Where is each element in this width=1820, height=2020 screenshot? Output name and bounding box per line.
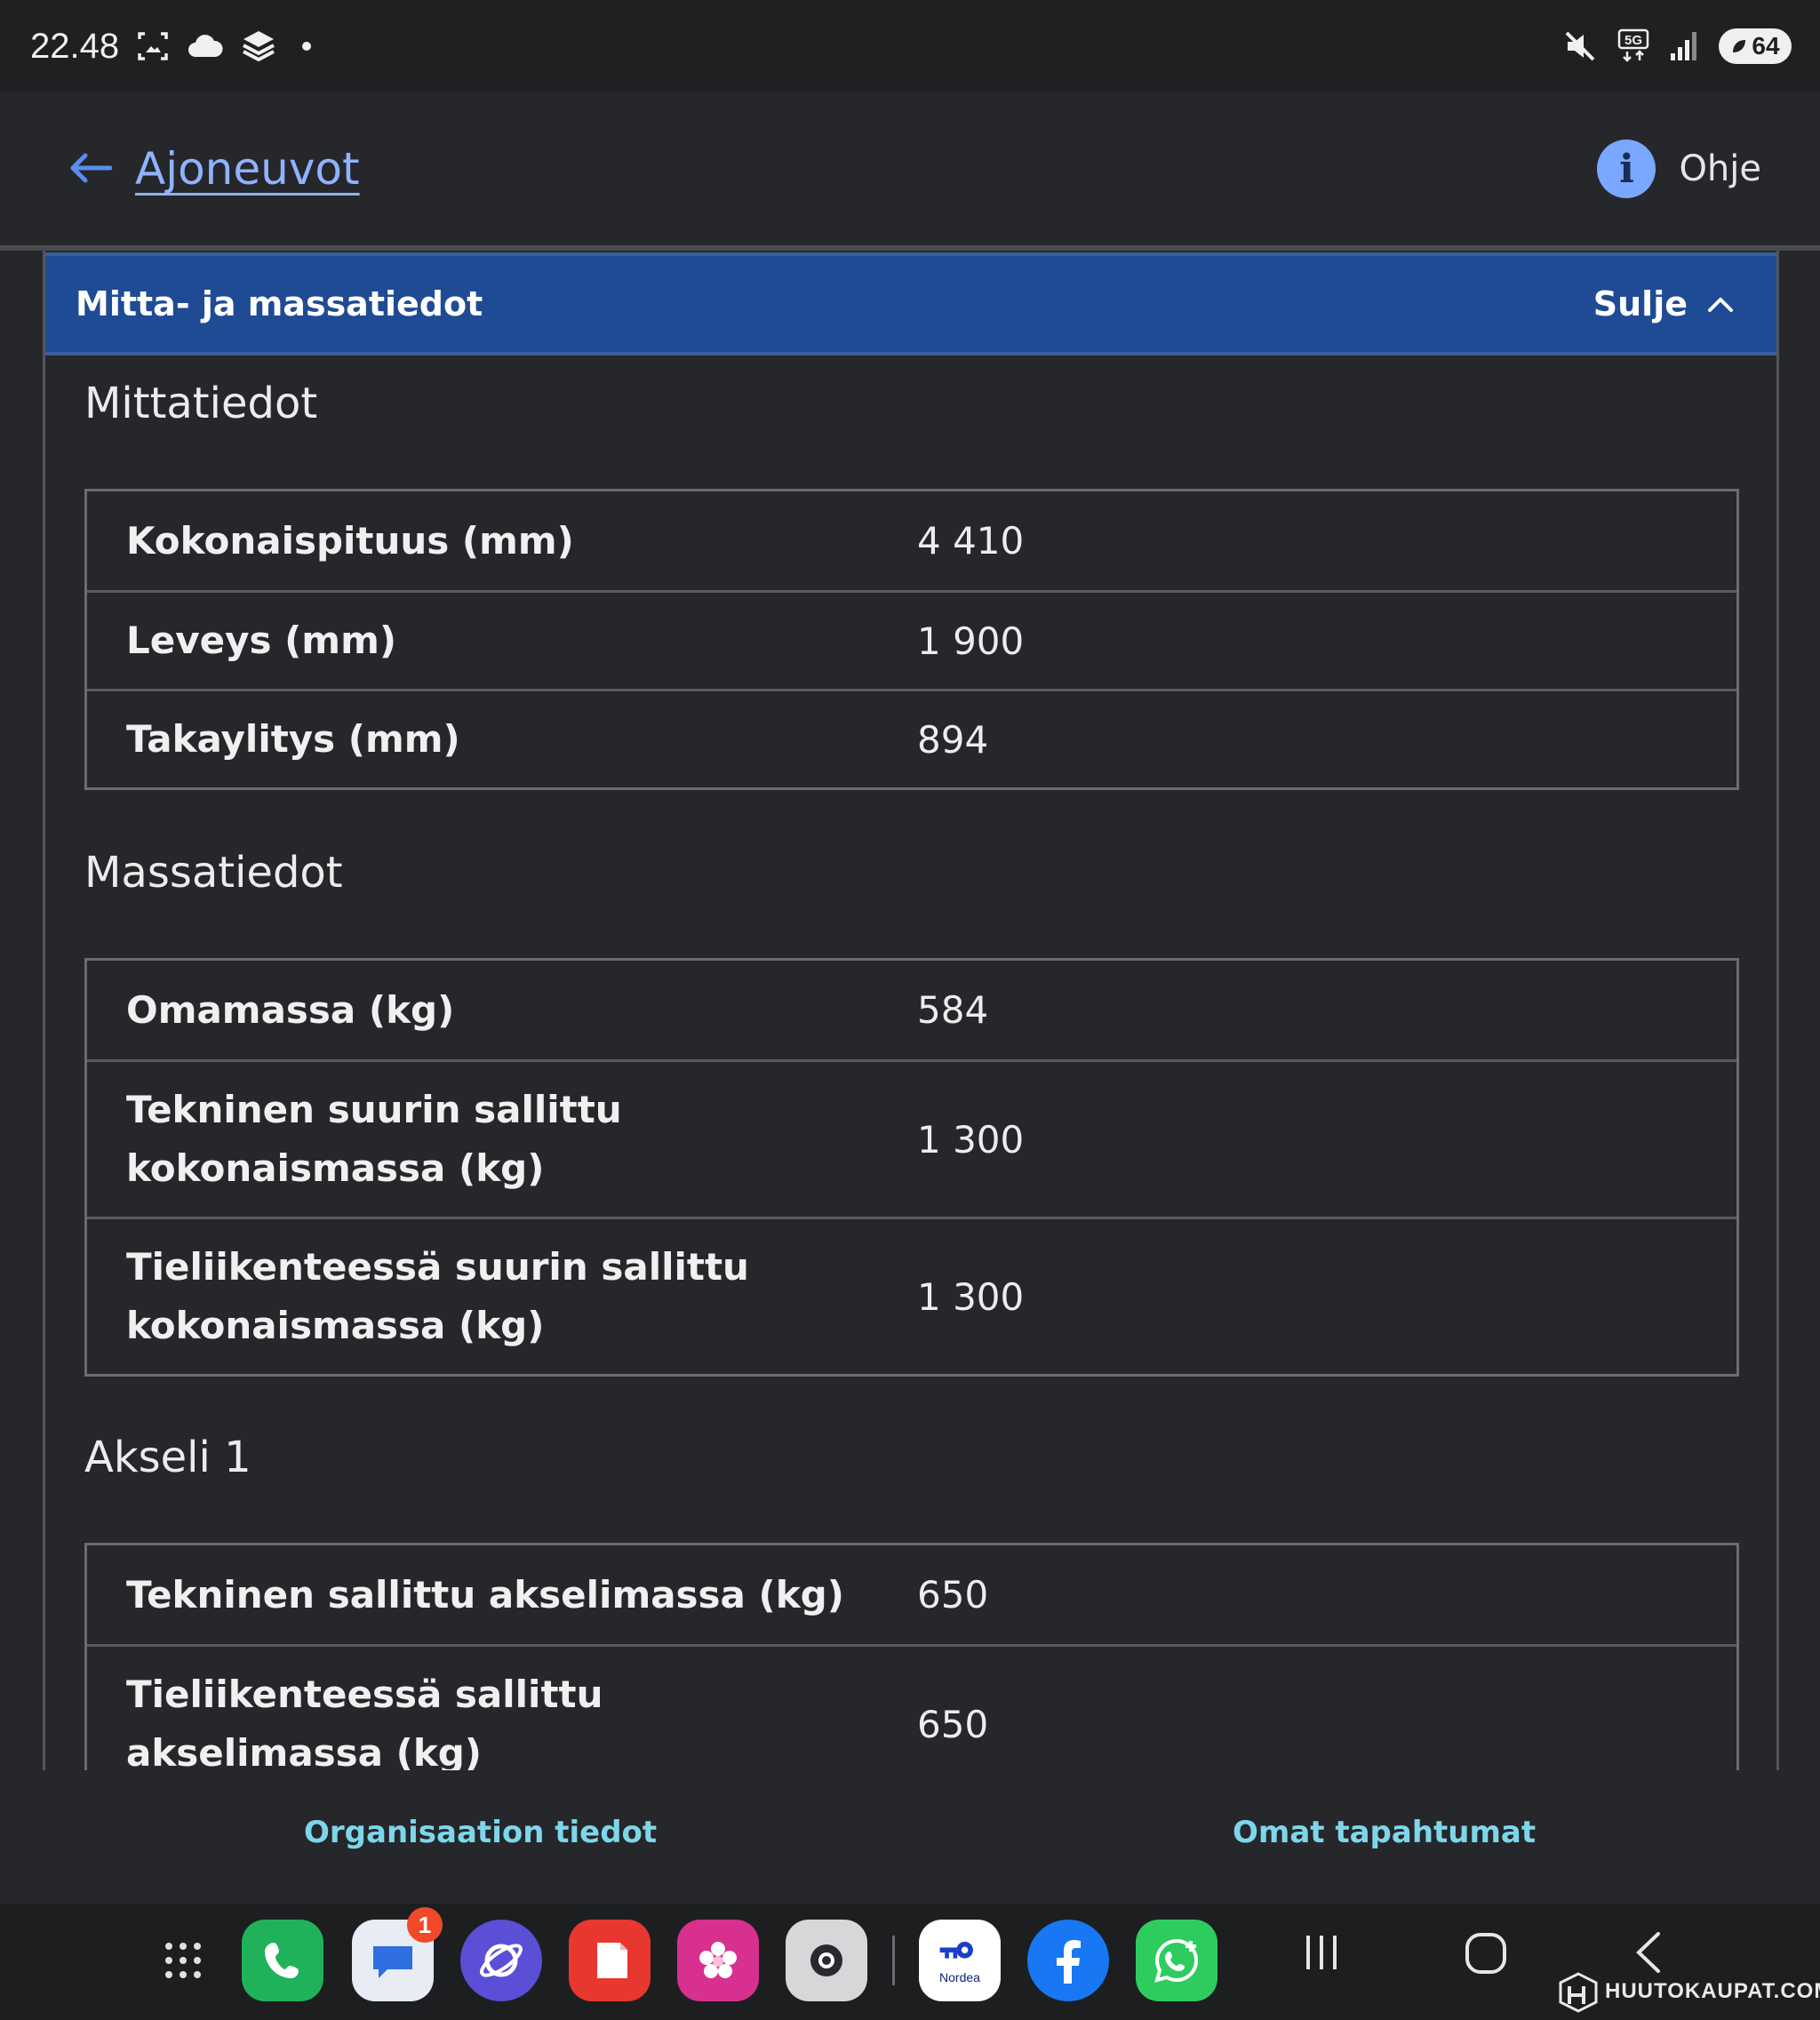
internet-app-icon[interactable] — [460, 1920, 542, 2001]
watermark: HUUTOKAUPAT.COM — [1557, 1969, 1820, 2014]
info-icon: i — [1597, 140, 1656, 198]
table-row: Tekninen suurin sallittu kokonaismassa (… — [87, 1059, 1736, 1217]
close-accordion-label[interactable]: Sulje — [1593, 284, 1688, 323]
table-row: Omamassa (kg) 584 — [87, 961, 1736, 1059]
dock: 1 Nordea — [0, 1904, 1820, 2020]
row-label: Tieliikenteessä sallittu akselimassa (kg… — [126, 1673, 603, 1770]
app-drawer-icon[interactable] — [142, 1920, 224, 2001]
row-label: Tekninen sallittu akselimassa (kg) — [126, 1572, 844, 1617]
back-button[interactable] — [1632, 1930, 1667, 1975]
row-value: 1 300 — [917, 1274, 1025, 1319]
row-value: 4 410 — [917, 519, 1025, 563]
table-mittatiedot: Kokonaispituus (mm) 4 410 Leveys (mm) 1 … — [84, 489, 1739, 790]
table-row: Leveys (mm) 1 900 — [87, 590, 1736, 689]
home-icon — [1465, 1933, 1506, 1974]
notification-dot-icon — [302, 42, 312, 51]
phone-app-icon[interactable] — [242, 1920, 323, 2001]
table-row: Takaylitys (mm) 894 — [87, 689, 1736, 787]
leaf-icon — [1733, 40, 1746, 52]
messages-app-icon[interactable]: 1 — [352, 1907, 443, 2001]
table-row: Tieliikenteessä suurin sallittu kokonais… — [87, 1217, 1736, 1374]
row-value: 1 900 — [917, 619, 1025, 663]
facebook-app-icon[interactable] — [1027, 1920, 1109, 2001]
arrow-left-icon — [69, 146, 113, 192]
row-label: Leveys (mm) — [126, 619, 397, 662]
status-bar: 22.48 5G 64 — [0, 0, 1820, 92]
help-label[interactable]: Ohje — [1679, 148, 1761, 189]
section-title-akseli: Akseli 1 — [84, 1433, 251, 1482]
mute-icon — [1562, 28, 1598, 64]
watermark-text: HUUTOKAUPAT.COM — [1605, 1979, 1820, 2003]
row-label: Tekninen suurin sallittu kokonaismassa (… — [126, 1088, 622, 1190]
close-accordion-button[interactable]: Sulje — [1593, 284, 1734, 323]
screenshot-icon — [135, 28, 171, 64]
nordea-label: Nordea — [939, 1970, 980, 1984]
back-icon — [1636, 1932, 1660, 1973]
battery-icon: 64 — [1719, 28, 1792, 64]
back-link-label[interactable]: Ajoneuvot — [135, 143, 360, 195]
status-left: 22.48 — [30, 26, 312, 67]
signal-icon — [1669, 30, 1699, 62]
status-right: 5G 64 — [1562, 28, 1792, 64]
section-title-mittatiedot: Mittatiedot — [84, 379, 318, 428]
own-events-link[interactable]: Omat tapahtumat — [1233, 1815, 1536, 1850]
row-label: Omamassa (kg) — [126, 987, 455, 1032]
accordion-title: Mitta- ja massatiedot — [76, 284, 483, 323]
back-link[interactable]: Ajoneuvot — [69, 143, 360, 195]
watermark-logo-icon — [1559, 1972, 1598, 2013]
row-label: Takaylitys (mm) — [126, 717, 460, 761]
dock-divider — [892, 1936, 895, 1985]
row-value: 1 300 — [917, 1117, 1025, 1162]
organisation-info-link[interactable]: Organisaation tiedot — [304, 1815, 657, 1850]
status-time: 22.48 — [30, 26, 120, 66]
layers-icon — [240, 28, 277, 65]
recent-apps-icon — [1306, 1936, 1337, 1969]
table-massatiedot: Omamassa (kg) 584 Tekninen suurin sallit… — [84, 958, 1739, 1377]
help-button[interactable]: i Ohje — [1597, 140, 1761, 198]
table-row: Tekninen sallittu akselimassa (kg) 650 — [87, 1545, 1736, 1644]
table-row: Kokonaispituus (mm) 4 410 — [87, 491, 1736, 590]
whatsapp-app-icon[interactable] — [1136, 1920, 1217, 2001]
battery-level: 64 — [1752, 32, 1780, 60]
messages-badge: 1 — [407, 1907, 443, 1943]
table-row: Tieliikenteessä sallittu akselimassa (kg… — [87, 1644, 1736, 1770]
notes-app-icon[interactable] — [569, 1920, 651, 2001]
camera-app-icon[interactable] — [786, 1920, 867, 2001]
nordea-app-icon[interactable]: Nordea — [919, 1920, 1001, 2001]
row-label: Kokonaispituus (mm) — [126, 518, 574, 563]
chevron-up-icon — [1708, 298, 1733, 312]
bottom-links: Organisaation tiedot Omat tapahtumat — [0, 1770, 1820, 1904]
dimensions-panel: Mitta- ja massatiedot Sulje Mittatiedot … — [43, 251, 1779, 1770]
recent-apps-button[interactable] — [1299, 1930, 1344, 1975]
row-value: 650 — [917, 1702, 989, 1746]
section-title-massatiedot: Massatiedot — [84, 848, 343, 898]
cloud-icon — [187, 32, 224, 60]
accordion-header[interactable]: Mitta- ja massatiedot Sulje — [45, 252, 1776, 355]
row-value: 650 — [917, 1573, 989, 1617]
app-header: Ajoneuvot i Ohje — [0, 92, 1820, 245]
table-akseli: Tekninen sallittu akselimassa (kg) 650 T… — [84, 1543, 1739, 1770]
network-5g-icon: 5G — [1617, 28, 1649, 64]
row-label: Tieliikenteessä suurin sallittu kokonais… — [126, 1245, 749, 1347]
gallery-app-icon[interactable] — [677, 1920, 759, 2001]
home-button[interactable] — [1463, 1930, 1509, 1976]
row-value: 894 — [917, 717, 989, 762]
row-value: 584 — [917, 988, 989, 1032]
network-label: 5G — [1624, 33, 1642, 48]
